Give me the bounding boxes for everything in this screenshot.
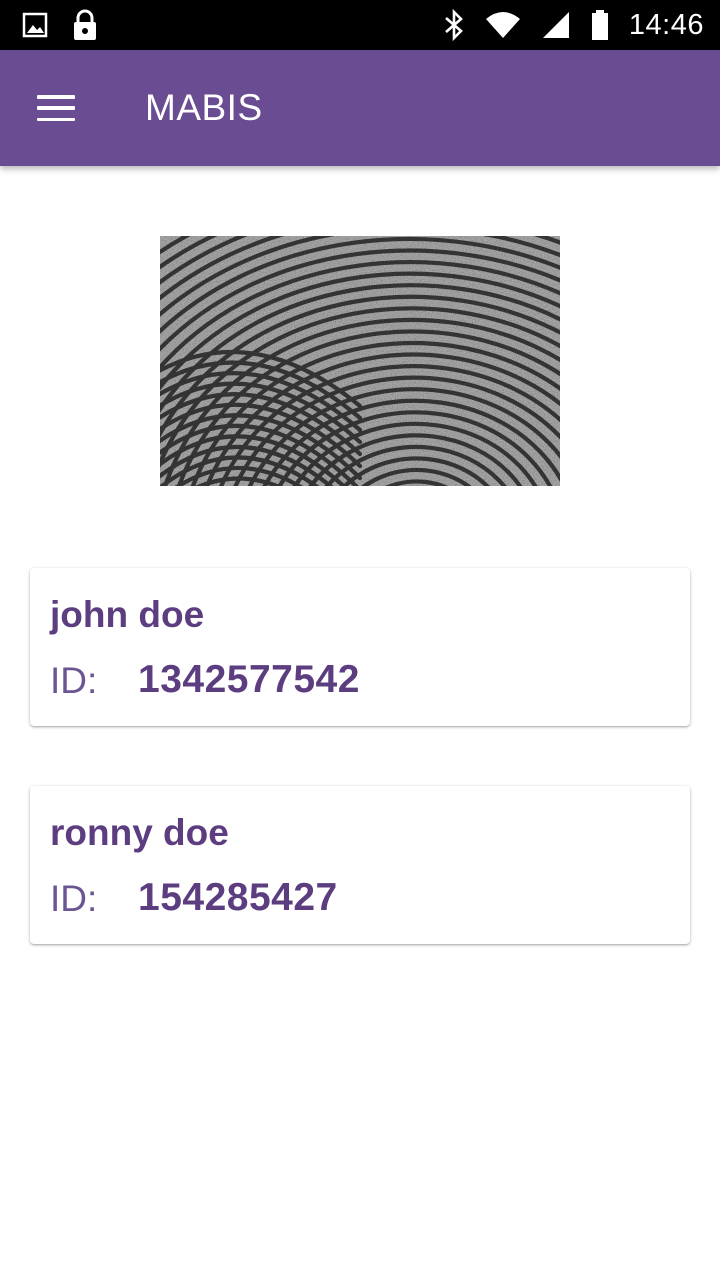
status-time: 14:46 xyxy=(628,8,704,41)
lock-icon xyxy=(74,9,96,40)
cell-signal-icon xyxy=(542,12,569,38)
wifi-icon xyxy=(485,12,520,38)
app-title: MABIS xyxy=(145,87,263,128)
result-id-value: 154285427 xyxy=(138,876,338,919)
result-id-label: ID: xyxy=(50,660,98,701)
result-card[interactable]: ronny doe ID: 154285427 xyxy=(30,786,690,944)
bluetooth-icon xyxy=(445,9,463,41)
result-name: john doe xyxy=(50,594,205,635)
result-name: ronny doe xyxy=(50,812,229,853)
result-id-label: ID: xyxy=(50,878,98,919)
fingerprint-image xyxy=(160,236,560,486)
status-bar: 14:46 xyxy=(0,0,720,50)
menu-icon xyxy=(37,95,75,121)
result-id-value: 1342577542 xyxy=(138,658,360,701)
image-icon xyxy=(22,12,48,38)
result-card[interactable]: john doe ID: 1342577542 xyxy=(30,568,690,726)
battery-icon xyxy=(591,10,608,40)
menu-button[interactable] xyxy=(26,80,86,136)
app-bar: MABIS xyxy=(0,50,720,166)
